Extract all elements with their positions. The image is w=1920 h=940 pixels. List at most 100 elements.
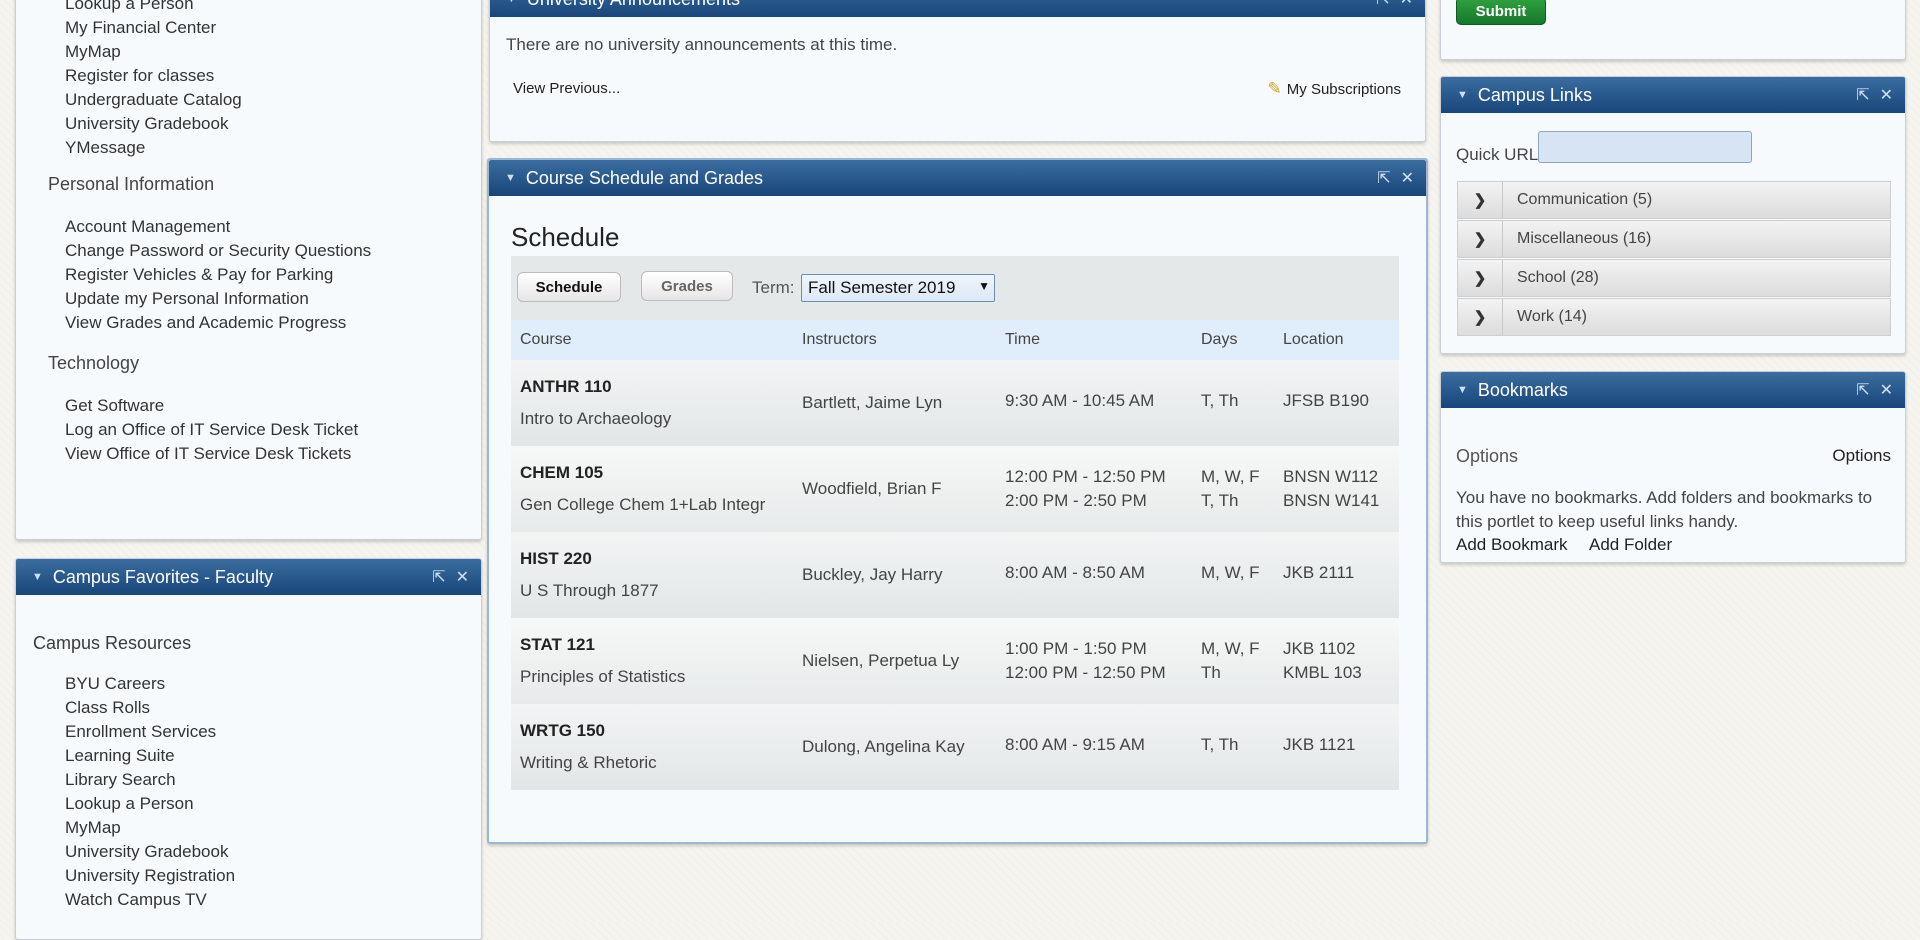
tab-grades[interactable]: Grades [641,271,733,301]
course-days-secondary: T, Th [1201,491,1239,510]
left-link-item[interactable]: YMessage [65,138,145,158]
campus-resource-link[interactable]: Lookup a Person [65,794,194,814]
table-row: CHEM 105 Gen College Chem 1+Lab Integr Woo… [511,446,1399,532]
link-category-row[interactable]: ❯ Communication (5) [1457,181,1891,219]
link-category-row[interactable]: ❯ Work (14) [1457,298,1891,336]
technology-link[interactable]: View Office of IT Service Desk Tickets [65,444,351,464]
close-icon[interactable]: ✕ [1880,85,1893,105]
popout-icon[interactable]: ⇱ [1856,380,1869,400]
link-category-label: Communication (5) [1517,191,1653,208]
course-time-secondary: 12:00 PM - 12:50 PM [1005,663,1166,682]
campus-favorites-portlet: ▼ Campus Favorites - Faculty ⇱ ✕ Campus … [15,558,482,940]
course-time: 12:00 PM - 12:50 PM [1005,467,1166,486]
course-location-secondary: KMBL 103 [1283,663,1362,682]
table-row: STAT 121 Principles of Statistics Nielsen,… [511,618,1399,704]
left-link-item[interactable]: Lookup a Person [65,0,194,14]
my-subscriptions-link[interactable]: ✎ My Subscriptions [1268,79,1401,99]
technology-heading: Technology [48,353,140,373]
course-location: JKB 1121 [1283,735,1356,754]
column-instructors: Instructors [802,331,877,348]
add-bookmark-link[interactable]: Add Bookmark [1456,535,1568,555]
chevron-down-icon: ▼ [978,279,990,293]
link-category-row[interactable]: ❯ School (28) [1457,259,1891,297]
campus-resource-link[interactable]: University Gradebook [65,842,228,862]
tab-schedule[interactable]: Schedule [517,272,621,302]
campus-resource-link[interactable]: Enrollment Services [65,722,216,742]
campus-resource-link[interactable]: Watch Campus TV [65,890,207,910]
technology-link[interactable]: Get Software [65,396,164,416]
left-link-item[interactable]: Register for classes [65,66,214,86]
course-time: 8:00 AM - 8:50 AM [1005,563,1145,582]
left-links-portlet: Personal Information Technology Lookup a… [15,0,482,540]
table-row: WRTG 150 Writing & Rhetoric Dulong, Angeli… [511,704,1399,790]
submit-button[interactable]: Submit [1456,0,1546,25]
campus-resource-link[interactable]: Learning Suite [65,746,175,766]
campus-resource-link[interactable]: BYU Careers [65,674,165,694]
triangle-down-icon[interactable]: ▼ [32,571,43,583]
campus-resource-link[interactable]: MyMap [65,818,121,838]
left-link-item[interactable]: My Financial Center [65,18,216,38]
triangle-down-icon[interactable]: ▼ [1457,384,1468,396]
schedule-toolbar: Schedule Grades Term: Fall Semester 2019… [511,256,1399,320]
campus-favorites-title: Campus Favorites - Faculty [52,566,273,587]
add-folder-link[interactable]: Add Folder [1589,535,1672,555]
left-link-item[interactable]: MyMap [65,42,121,62]
course-code: ANTHR 110 [520,377,612,396]
table-row: HIST 220 U S Through 1877 Buckley, Jay Har… [511,532,1399,618]
close-icon[interactable]: ✕ [1400,0,1413,9]
triangle-down-icon[interactable]: ▼ [505,172,516,184]
close-icon[interactable]: ✕ [1401,168,1414,188]
course-time: 1:00 PM - 1:50 PM [1005,639,1147,658]
personal-info-link[interactable]: Register Vehicles & Pay for Parking [65,265,333,285]
campus-resource-link[interactable]: Library Search [65,770,176,790]
personal-info-link[interactable]: View Grades and Academic Progress [65,313,346,333]
course-instructor: Woodfield, Brian F [802,479,942,498]
personal-info-link[interactable]: Account Management [65,217,230,237]
popout-icon[interactable]: ⇱ [1377,168,1390,188]
personal-info-link[interactable]: Change Password or Security Questions [65,241,371,261]
link-category-label: Work (14) [1517,308,1587,325]
top-right-portlet: Submit [1440,0,1906,60]
term-label: Term: [752,278,795,297]
left-link-item[interactable]: University Gradebook [65,114,228,134]
left-link-item[interactable]: Undergraduate Catalog [65,90,242,110]
personal-info-link[interactable]: Update my Personal Information [65,289,309,309]
course-days-secondary: Th [1201,663,1221,682]
course-days: M, W, F [1201,467,1260,486]
schedule-table-header: Course Instructors Time Days Location [511,320,1399,360]
popout-icon[interactable]: ⇱ [1376,0,1389,9]
column-days: Days [1201,331,1238,348]
course-time: 9:30 AM - 10:45 AM [1005,391,1155,410]
my-subscriptions-label: My Subscriptions [1286,80,1401,98]
technology-link[interactable]: Log an Office of IT Service Desk Ticket [65,420,358,440]
personal-information-heading: Personal Information [48,174,215,194]
course-instructor: Dulong, Angelina Kay [802,737,965,756]
campus-links-header: ▼ Campus Links ⇱ ✕ [1441,77,1905,113]
popout-icon[interactable]: ⇱ [1856,85,1869,105]
chevron-right-icon: ❯ [1458,260,1503,296]
course-code: WRTG 150 [520,721,606,740]
campus-resource-link[interactable]: Class Rolls [65,698,150,718]
course-schedule-header: ▼ Course Schedule and Grades ⇱ ✕ [489,160,1426,196]
column-location: Location [1283,331,1344,348]
course-name: Writing & Rhetoric [520,753,657,772]
course-name: Gen College Chem 1+Lab Integr [520,495,766,514]
campus-links-portlet: ▼ Campus Links ⇱ ✕ Quick URL ❯ Communicat… [1440,76,1906,354]
campus-resource-link[interactable]: University Registration [65,866,235,886]
course-location: JKB 1102 [1283,639,1356,658]
schedule-table: Course Instructors Time Days Location AN… [511,320,1399,790]
view-previous-link[interactable]: View Previous... [513,80,620,97]
close-icon[interactable]: ✕ [1880,380,1893,400]
popout-icon[interactable]: ⇱ [432,567,445,587]
term-select[interactable]: Fall Semester 2019 ▼ [801,274,995,302]
quick-url-input[interactable] [1538,131,1752,163]
triangle-down-icon[interactable]: ▼ [1457,89,1468,101]
link-category-row[interactable]: ❯ Miscellaneous (16) [1457,220,1891,258]
triangle-down-icon[interactable]: ▼ [506,0,517,5]
close-icon[interactable]: ✕ [456,567,469,587]
campus-resources-heading: Campus Resources [33,633,192,653]
course-name: Intro to Archaeology [520,409,672,428]
term-select-value: Fall Semester 2019 [808,278,956,297]
bookmarks-options-button[interactable]: Options [1832,446,1891,466]
course-instructor: Buckley, Jay Harry [802,565,943,584]
